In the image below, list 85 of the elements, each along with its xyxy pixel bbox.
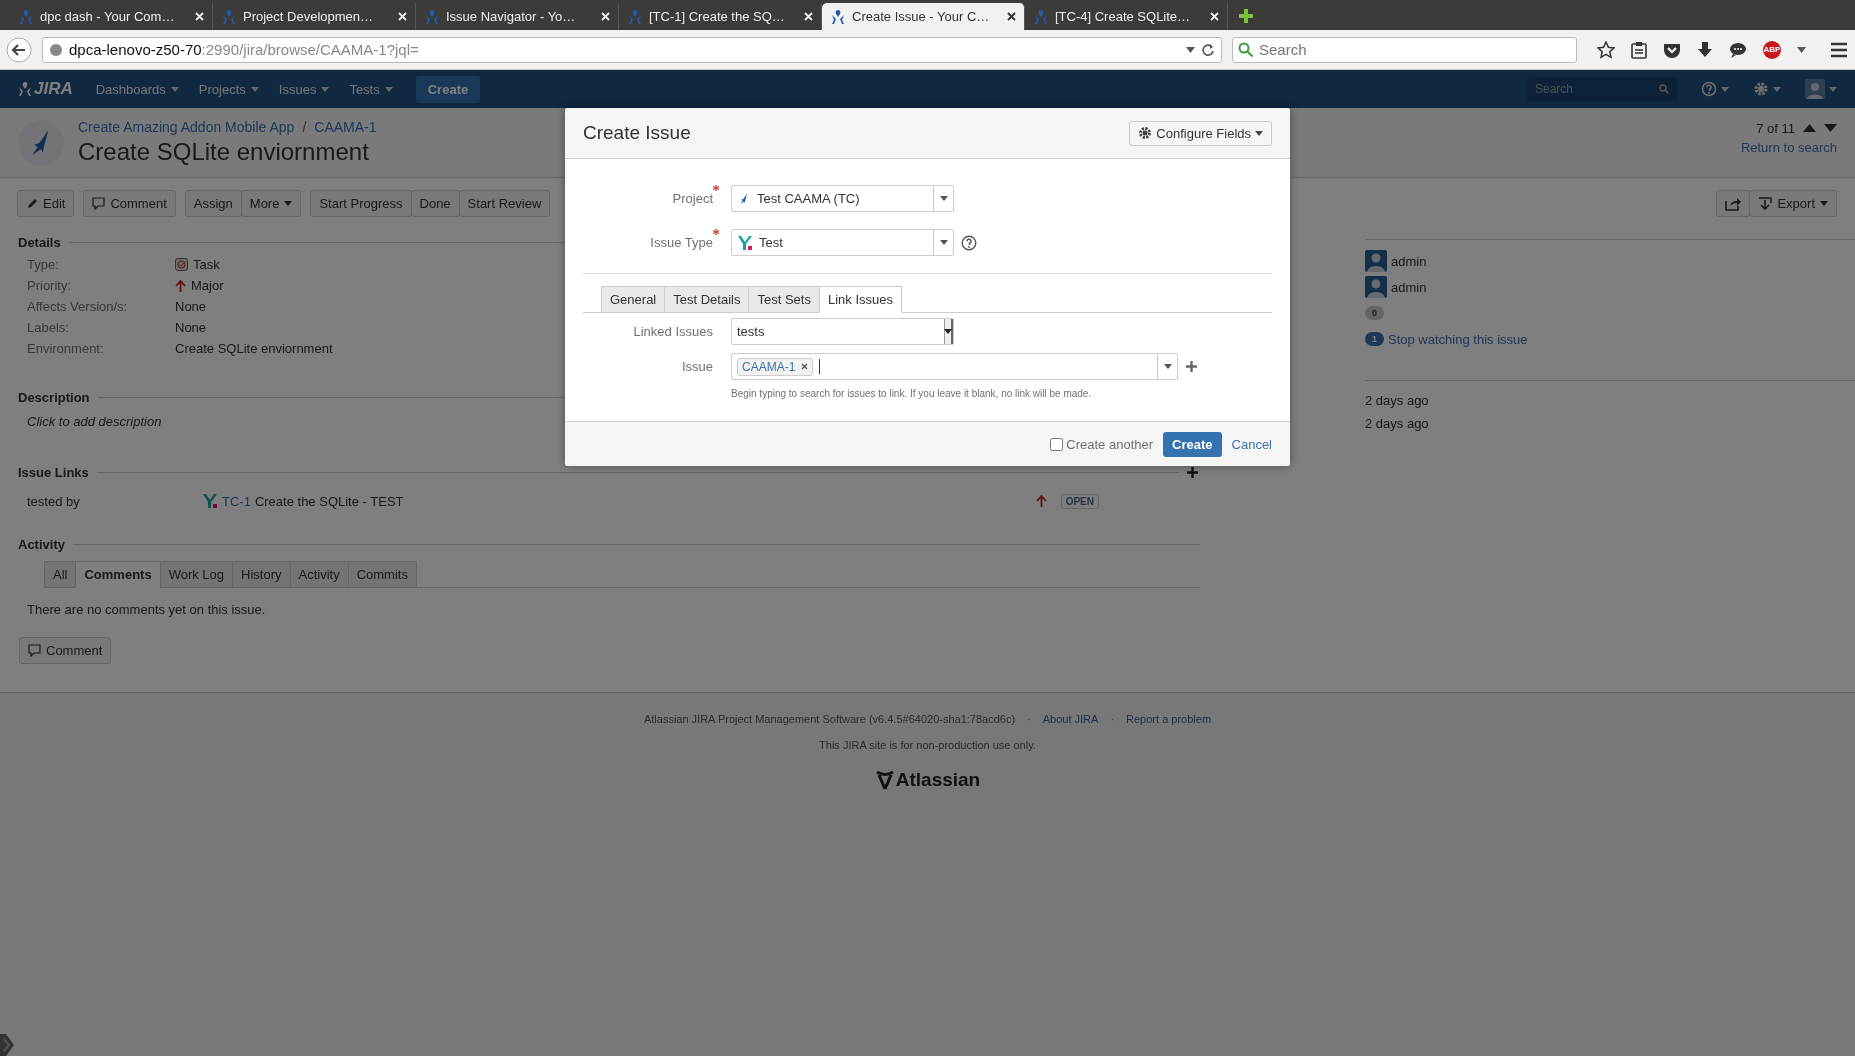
section-heading: Issue Links xyxy=(18,464,89,480)
activity-tab[interactable]: History xyxy=(232,561,291,588)
field-value: Major xyxy=(191,278,224,293)
field-value: None xyxy=(175,299,207,314)
issue-token[interactable]: CAAMA-1 xyxy=(737,357,814,376)
url-path: :2990/jira/browse/CAAMA-1?jql= xyxy=(201,41,419,58)
issue-key-link[interactable]: TC-1 xyxy=(222,493,251,509)
dialog-title: Create Issue xyxy=(583,122,691,144)
field-value: Create SQLite enviornment xyxy=(175,341,333,356)
activity-tab[interactable]: Work Log xyxy=(159,561,234,588)
select-field[interactable]: Test CAAMA (TC) xyxy=(731,185,954,212)
field-label: Priority: xyxy=(27,278,73,293)
issue-position: 7 of 11 xyxy=(1756,120,1795,136)
field-label: Affects Version/s: xyxy=(27,299,129,314)
status-badge: OPEN xyxy=(1060,493,1099,509)
breadcrumb-separator: / xyxy=(302,119,307,135)
field-value: Task xyxy=(193,257,220,272)
adblock-button[interactable]: ABP xyxy=(1763,40,1781,59)
create-button[interactable]: Create xyxy=(1163,431,1222,457)
breadcrumb-link[interactable]: CAAMA-1 xyxy=(314,119,377,135)
date-value: 2 days ago xyxy=(1365,415,1430,433)
select-field[interactable]: Test xyxy=(731,229,954,256)
toolbar-button[interactable]: Edit xyxy=(17,190,75,217)
toolbar-button[interactable]: More xyxy=(240,190,302,217)
separator-dot: · xyxy=(1110,713,1115,725)
activity-tab[interactable]: Activity xyxy=(289,561,349,588)
activity-tab[interactable]: Comments xyxy=(75,561,161,588)
field-label: Issue xyxy=(680,359,713,374)
toolbar-button[interactable]: Export xyxy=(1749,190,1837,217)
empty-message: There are no comments yet on this issue. xyxy=(26,601,267,619)
field-label: Type: xyxy=(27,257,60,272)
configure-fields-button[interactable]: Configure Fields xyxy=(1129,120,1272,146)
cancel-link[interactable]: Cancel xyxy=(1231,436,1272,452)
field-value: None xyxy=(175,320,207,335)
browser-tab[interactable]: Create Issue - Your C… xyxy=(822,3,1025,30)
issue-title: Create SQLite enviornment xyxy=(78,138,370,166)
address-field[interactable]: dpca-lenovo-z50-70:2990/jira/browse/CAAMA-1?jql= xyxy=(42,36,1222,63)
footer-note: This JIRA site is for non-production use only. xyxy=(819,739,1036,751)
field-label: Project xyxy=(671,191,713,206)
vote-count: 0 xyxy=(1365,306,1384,320)
watcher-count: 1 xyxy=(1365,332,1384,346)
field-hint: Begin typing to search for issues to link. If you leave it blank, no link will be made. xyxy=(731,388,1093,399)
dialog-tab[interactable]: Test Details xyxy=(664,286,750,313)
field-label: Linked Issues xyxy=(632,324,713,339)
toolbar-button[interactable]: Assign xyxy=(184,190,242,217)
toolbar-button[interactable]: Start Progress xyxy=(310,190,412,217)
toolbar-button[interactable]: Done xyxy=(410,190,460,217)
footer-text: Atlassian JIRA Project Management Software (v6.4.5#64020-sha1:78acd6c) xyxy=(643,713,1016,725)
footer-link[interactable]: About JIRA xyxy=(1042,713,1099,725)
user-name: admin xyxy=(1391,279,1427,295)
return-link[interactable]: Return to search xyxy=(1740,139,1837,155)
breadcrumb-link[interactable]: Create Amazing Addon Mobile App xyxy=(78,119,295,135)
dialog-tab[interactable]: General xyxy=(601,286,666,313)
toolbar-button[interactable]: Start Review xyxy=(458,190,551,217)
nav-menu[interactable]: Tests xyxy=(344,81,398,97)
separator-dot: · xyxy=(1027,713,1031,725)
date-value: 2 days ago xyxy=(1365,392,1430,410)
atlassian-logo[interactable]: Atlassian xyxy=(874,769,981,791)
issue-summary: Create the SQLite - TEST xyxy=(254,493,404,509)
nav-menu[interactable]: Dashboards xyxy=(90,81,184,97)
checkbox-label: Create another xyxy=(1066,436,1154,452)
dialog-tab[interactable]: Link Issues xyxy=(818,286,902,313)
field-label: Environment: xyxy=(27,341,105,356)
create-button[interactable]: Create xyxy=(415,75,481,103)
activity-tab[interactable]: Commits xyxy=(347,561,417,588)
field-label: Labels: xyxy=(27,320,70,335)
nav-menu[interactable]: Issues xyxy=(273,81,335,97)
toolbar-button[interactable]: Comment xyxy=(83,190,176,217)
dialog-tab[interactable]: Test Sets xyxy=(748,286,820,313)
section-heading: Activity xyxy=(18,536,65,552)
comment-button[interactable]: Comment xyxy=(19,637,112,664)
search-field[interactable]: Search xyxy=(1232,36,1577,63)
jira-logo[interactable]: JIRA xyxy=(18,79,73,99)
footer-link[interactable]: Report a problem xyxy=(1126,713,1212,725)
link-relation: tested by xyxy=(27,493,81,509)
user-name: admin xyxy=(1391,253,1427,269)
url-host: dpca-lenovo-z50-70 xyxy=(69,41,202,58)
issue-picker-field[interactable]: CAAMA-1 xyxy=(731,353,1178,380)
stop-watching-link[interactable]: Stop watching this issue xyxy=(1388,331,1528,347)
select-field[interactable]: tests xyxy=(731,318,954,345)
section-heading: Details xyxy=(18,234,61,250)
nav-menu[interactable]: Projects xyxy=(193,81,264,97)
activity-tab[interactable]: All xyxy=(44,561,77,588)
section-heading: Description xyxy=(18,389,90,405)
field-label: Issue Type xyxy=(649,235,713,250)
